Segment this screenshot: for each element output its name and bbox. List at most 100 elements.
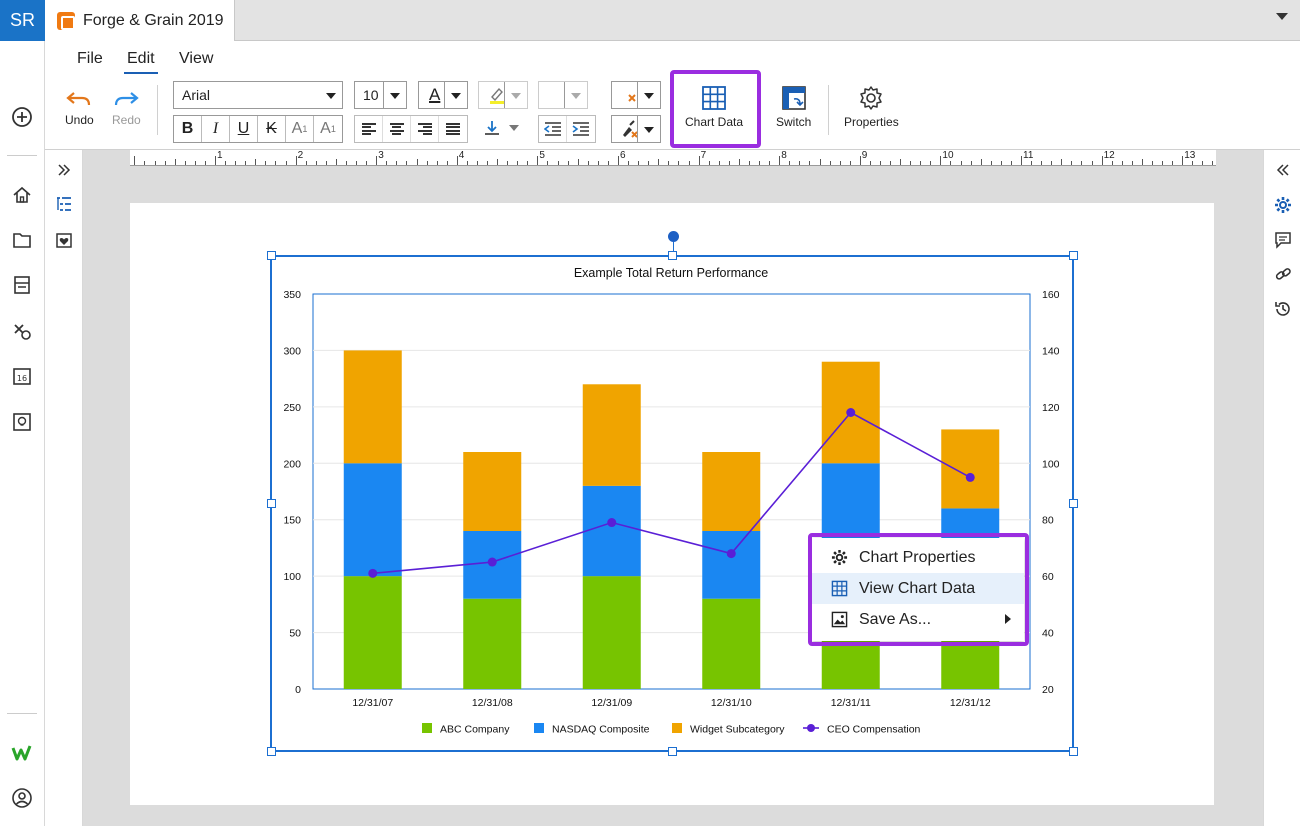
menu-edit[interactable]: Edit: [124, 50, 158, 74]
decrease-indent-button[interactable]: [539, 116, 567, 142]
link-icon[interactable]: [1273, 264, 1293, 284]
increase-indent-button[interactable]: [567, 116, 595, 142]
chevron-down-icon: [644, 127, 654, 133]
rotate-handle[interactable]: [668, 231, 679, 242]
calendar-icon[interactable]: 16: [10, 364, 34, 388]
x-tick-label: 12/31/07: [352, 697, 393, 709]
increase-indent-icon: [572, 122, 589, 136]
ruler-tick: [426, 161, 428, 165]
redo-button[interactable]: Redo: [112, 89, 141, 127]
ruler-tick: [1031, 161, 1033, 165]
switch-button[interactable]: Switch: [776, 85, 811, 129]
document-tab[interactable]: Forge & Grain 2019: [45, 0, 235, 42]
ruler-tick: [416, 159, 418, 165]
ruler-tick: [335, 159, 337, 165]
x-tick-label: 12/31/09: [591, 697, 632, 709]
outline-icon[interactable]: [54, 194, 74, 214]
expand-panel-icon[interactable]: [54, 160, 74, 180]
superscript-button[interactable]: A1: [286, 116, 314, 142]
format-painter-select[interactable]: [611, 115, 661, 143]
settings-gear-icon[interactable]: [1273, 195, 1293, 215]
ruler-tick: [1202, 161, 1204, 165]
collapse-panel-icon[interactable]: [1273, 160, 1293, 180]
right-panel-bar: [1263, 150, 1300, 826]
combo-divider: [637, 116, 638, 142]
italic-button[interactable]: I: [202, 116, 230, 142]
folder-icon[interactable]: [10, 228, 34, 252]
ruler-tick: [849, 161, 851, 165]
highlight-color-select[interactable]: [478, 81, 528, 109]
strikethrough-button[interactable]: K: [258, 116, 286, 142]
ruler-tick: [144, 161, 146, 165]
clear-formatting-select[interactable]: [611, 81, 661, 109]
ruler-tick: [406, 161, 408, 165]
ruler-tick: [940, 156, 942, 165]
workiva-logo-icon[interactable]: [10, 741, 34, 765]
align-left-button[interactable]: [355, 116, 383, 142]
favorites-icon[interactable]: [54, 230, 74, 250]
align-center-button[interactable]: [383, 116, 411, 142]
ruler-tick: [154, 161, 156, 165]
ruler-tick: [557, 161, 559, 165]
y2-tick-label: 100: [1042, 458, 1060, 470]
ruler-tick: [194, 161, 196, 165]
fill-color-select[interactable]: [538, 81, 588, 109]
insight-icon[interactable]: [10, 410, 34, 434]
ruler-number: 11: [1023, 150, 1034, 161]
user-avatar[interactable]: SR: [0, 0, 45, 41]
ruler-tick: [688, 161, 690, 165]
ruler-tick: [497, 159, 499, 165]
ruler-tick: [315, 161, 317, 165]
vertical-align-button[interactable]: [483, 119, 519, 137]
subscript-button[interactable]: A1: [314, 116, 342, 142]
ruler-tick: [597, 161, 599, 165]
ruler-tick: [1151, 161, 1153, 165]
y-tick-label: 0: [295, 684, 301, 696]
legend-label: Widget Subcategory: [690, 724, 785, 736]
undo-button[interactable]: Undo: [65, 89, 94, 127]
ruler-tick: [215, 156, 216, 165]
menu-view[interactable]: View: [179, 50, 213, 68]
ruler-tick: [204, 161, 206, 165]
tabs-dropdown-icon[interactable]: [1276, 13, 1288, 20]
ruler-tick: [648, 161, 650, 165]
font-family-select[interactable]: Arial: [173, 81, 343, 109]
ruler-tick: [990, 161, 992, 165]
ruler-tick: [356, 161, 358, 165]
bold-button[interactable]: B: [174, 116, 202, 142]
account-icon[interactable]: [10, 786, 34, 810]
ruler-number: 5: [539, 150, 545, 161]
stacked-bar-chart[interactable]: Example Total Return Performance 0 50 100 1…: [272, 257, 1072, 750]
ruler-tick: [184, 161, 186, 165]
ruler-tick: [708, 161, 710, 165]
horizontal-ruler[interactable]: 1 2 3 4 5 6 7 8 9 10 11 12 13: [130, 150, 1216, 166]
legend-swatch: [422, 723, 432, 733]
xbrl-icon[interactable]: [10, 319, 34, 343]
combo-divider: [383, 82, 384, 108]
properties-button[interactable]: Properties: [844, 85, 899, 129]
add-icon[interactable]: [10, 105, 34, 129]
ruler-tick: [1212, 161, 1214, 165]
justify-button[interactable]: [439, 116, 467, 142]
ruler-tick: [255, 159, 257, 165]
align-right-button[interactable]: [411, 116, 439, 142]
menu-file[interactable]: File: [77, 50, 103, 68]
ruler-tick: [285, 161, 287, 165]
ruler-tick: [738, 159, 740, 165]
ruler-number: 4: [458, 150, 465, 161]
history-icon[interactable]: [1273, 299, 1293, 319]
ruler-number: 7: [700, 150, 707, 161]
home-icon[interactable]: [10, 183, 34, 207]
document-icon[interactable]: [10, 273, 34, 297]
ruler-tick: [1141, 159, 1143, 165]
y-tick-label: 300: [283, 345, 301, 357]
font-color-select[interactable]: A: [418, 81, 468, 109]
undo-label: Undo: [65, 113, 94, 127]
ruler-tick: [728, 161, 730, 165]
comments-icon[interactable]: [1273, 230, 1293, 250]
ruler-tick: [819, 159, 821, 165]
font-size-select[interactable]: 10: [354, 81, 407, 109]
underline-button[interactable]: U: [230, 116, 258, 142]
chart-data-highlight: [670, 70, 761, 148]
bar-widget-subcategory: [582, 384, 641, 486]
